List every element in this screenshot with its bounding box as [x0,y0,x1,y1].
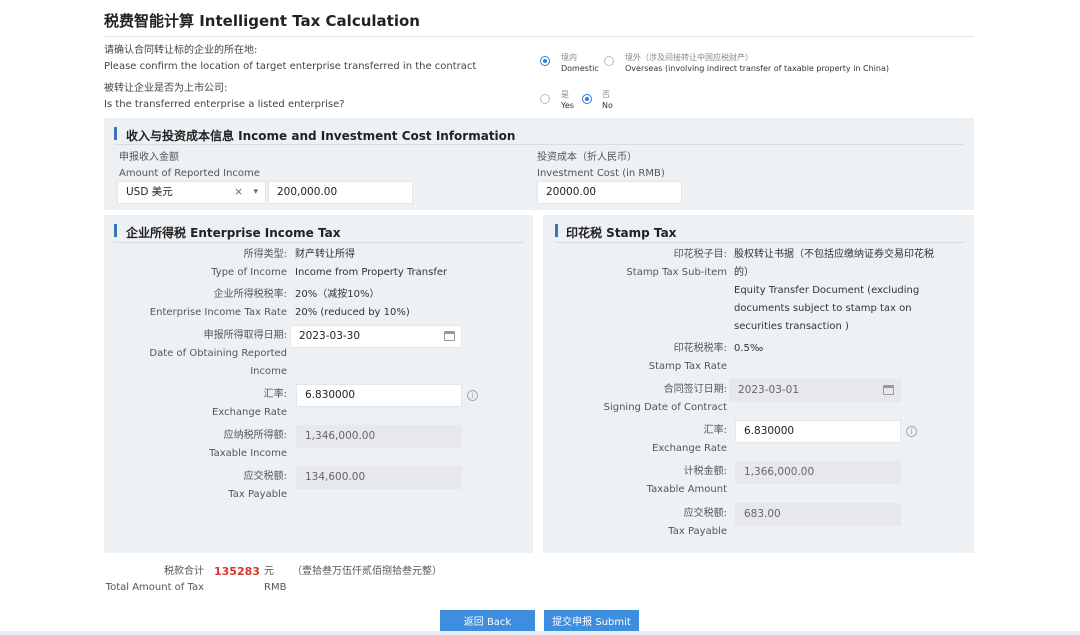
currency-select[interactable]: USD 美元 × ▾ [117,181,266,204]
eit-type-value: 财产转让所得 Income from Property Transfer [295,249,448,278]
stamp-tax-payable-field: 683.00 [735,503,901,526]
calendar-icon [883,385,894,395]
stamp-rate-value: 0.5‰ [734,343,764,354]
income-section-title: 收入与投资成本信息 Income and Investment Cost Inf… [126,129,516,143]
eit-section-marker [114,224,117,237]
reported-income-label: 申报收入金额 Amount of Reported Income [119,152,260,179]
stamp-subitem-value: 股权转让书据（不包括应缴纳证券交易印花税 的） Equity Transfer … [734,249,934,332]
eit-date-input[interactable]: 2023-03-30 [290,325,462,348]
stamp-amount-label: 计税金额: Taxable Amount [646,466,727,495]
eit-taxable-income-field: 1,346,000.00 [296,425,462,448]
eit-taxable-label: 应纳税所得额: Taxable Income [209,430,287,459]
total-unit: 元 RMB [264,566,287,593]
stamp-rate-label: 印花税税率: Stamp Tax Rate [648,343,727,372]
eit-section-title: 企业所得税 Enterprise Income Tax [126,226,341,240]
location-overseas-label[interactable]: 境外（涉及间接转让中国应税财产） Overseas (involving ind… [625,52,889,74]
listed-question: 被转让企业是否为上市公司: Is the transferred enterpr… [104,83,345,110]
info-icon[interactable]: i [467,390,478,401]
income-section-marker [114,127,117,140]
total-label: 税款合计 Total Amount of Tax [105,566,204,593]
eit-payable-label: 应交税额: Tax Payable [228,471,287,500]
stamp-date-field: 2023-03-01 [729,379,901,402]
listed-yes-label[interactable]: 是 Yes [561,89,574,111]
stamp-payable-label: 应交税额: Tax Payable [668,508,727,537]
listed-yes-radio[interactable] [540,94,550,104]
stamp-section-divider [555,242,965,243]
eit-date-value: 2023-03-30 [299,330,361,342]
eit-rate-label: 企业所得税税率: Enterprise Income Tax Rate [149,289,287,318]
investment-cost-input[interactable]: 20000.00 [537,181,682,204]
eit-type-label: 所得类型: Type of Income [211,249,287,278]
eit-date-label: 申报所得取得日期: Date of Obtaining Reported Inc… [149,330,287,377]
reported-income-input[interactable]: 200,000.00 [268,181,413,204]
eit-tax-payable-field: 134,600.00 [296,466,462,489]
eit-fx-input[interactable]: 6.830000 [296,384,462,407]
location-domestic-radio[interactable] [540,56,550,66]
location-domestic-label[interactable]: 境内 Domestic [561,52,599,74]
eit-fx-label: 汇率: Exchange Rate [212,389,287,418]
location-question: 请确认合同转让标的企业的所在地: Please confirm the loca… [104,45,477,72]
clear-icon[interactable]: × [234,182,243,203]
investment-cost-label: 投资成本（折人民币） Investment Cost (in RMB) [537,152,665,179]
info-icon[interactable]: i [906,426,917,437]
title-divider [104,36,974,37]
total-amount: 135283 [214,565,260,578]
total-in-words: （壹拾叁万伍仟贰佰捌拾叁元整） [292,566,442,577]
stamp-section-marker [555,224,558,237]
stamp-taxable-amount-field: 1,366,000.00 [735,461,901,484]
stamp-fx-label: 汇率: Exchange Rate [652,425,727,454]
calendar-icon[interactable] [444,331,455,341]
eit-rate-value: 20%（减按10%） 20% (reduced by 10%) [295,289,410,318]
eit-section-divider [114,242,524,243]
currency-select-value: USD 美元 [126,186,173,198]
page-title: 税费智能计算 Intelligent Tax Calculation [104,12,420,30]
stamp-fx-input[interactable]: 6.830000 [735,420,901,443]
listed-no-radio[interactable] [582,94,592,104]
chevron-down-icon[interactable]: ▾ [253,182,258,203]
location-overseas-radio[interactable] [604,56,614,66]
stamp-date-label: 合同签订日期: Signing Date of Contract [603,384,727,413]
stamp-section-title: 印花税 Stamp Tax [566,226,677,240]
stamp-subitem-label: 印花税子目: Stamp Tax Sub-item [626,249,727,278]
listed-no-label[interactable]: 否 No [602,89,613,111]
income-section-divider [114,144,964,145]
bottom-strip [0,631,1080,635]
stamp-date-value: 2023-03-01 [738,384,800,396]
